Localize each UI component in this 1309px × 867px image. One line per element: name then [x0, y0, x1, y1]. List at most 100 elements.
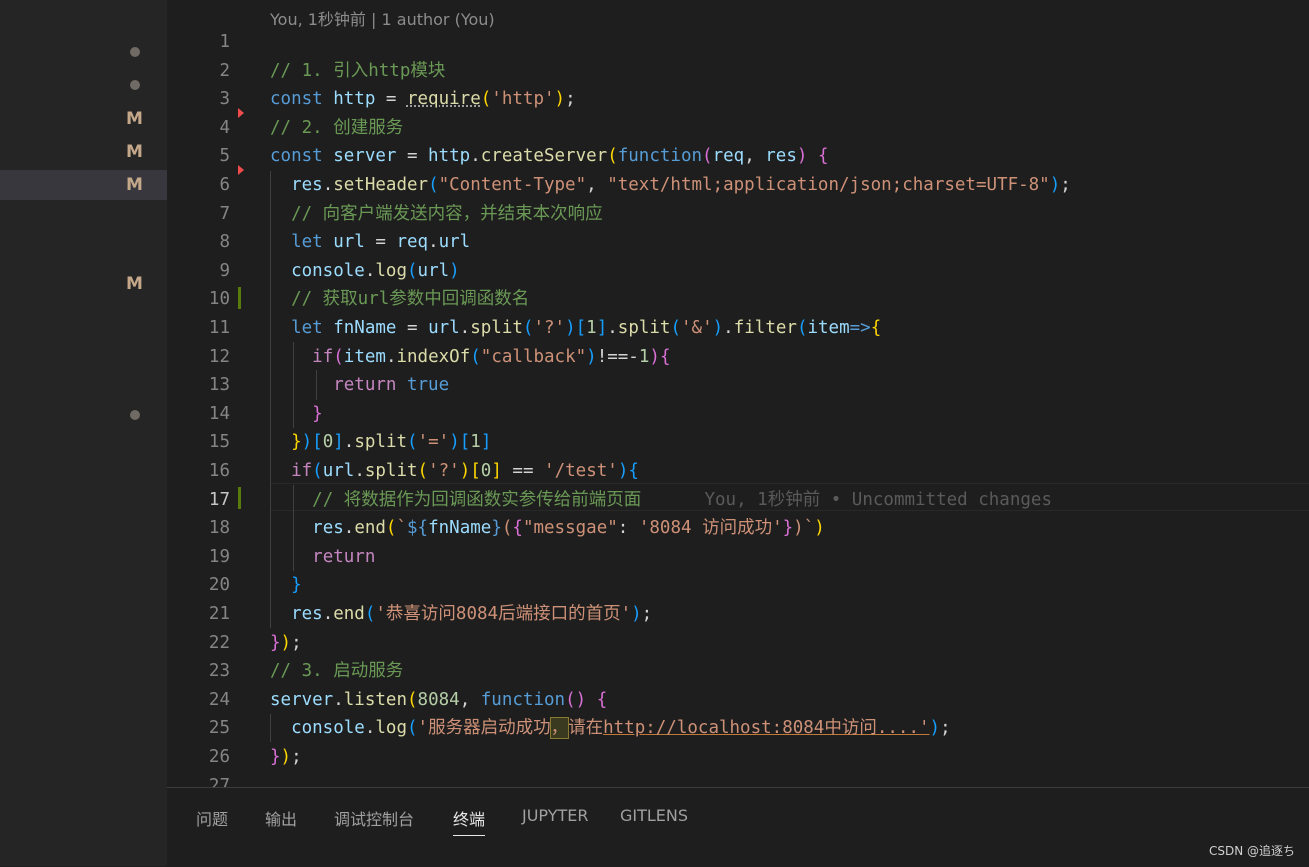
line-number: 23	[208, 661, 230, 682]
line-number: 6	[219, 175, 230, 195]
scm-marker-dot	[0, 37, 167, 67]
code-line[interactable]: console.log('服务器启动成功，请在http://localhost:…	[270, 714, 951, 743]
modified-badge: M	[126, 142, 143, 162]
code-line[interactable]: server.listen(8084, function() {	[270, 686, 607, 715]
code-line[interactable]: // 3. 启动服务	[270, 657, 403, 686]
code-string: '8084 访问成功'	[638, 518, 783, 539]
line-number: 25	[208, 718, 230, 739]
code-comment: // 3. 启动服务	[270, 661, 404, 682]
codelens-author[interactable]: You, 1秒钟前 | 1 author (You)	[270, 6, 495, 30]
line-number-current: 17	[208, 489, 230, 510]
code-line[interactable]: // 获取url参数中回调函数名	[270, 285, 529, 314]
code-line[interactable]: const server = http.createServer(functio…	[270, 142, 829, 171]
code-line-current[interactable]: // 将数据作为回调函数实参传给前端页面 You, 1秒钟前 • Uncommi…	[270, 486, 1052, 515]
explorer-file-item[interactable]: M	[0, 269, 167, 299]
code-string: '&'	[681, 318, 713, 338]
line-number: 12	[208, 346, 230, 367]
code-line[interactable]: if(url.split('?')[0] == '/test'){	[270, 457, 639, 486]
line-number: 19	[208, 546, 230, 567]
added-line-marker[interactable]	[238, 487, 241, 509]
code-line[interactable]: res.end('恭喜访问8084后端接口的首页');	[270, 600, 652, 629]
code-line[interactable]: return	[270, 543, 375, 572]
code-line[interactable]: }	[270, 571, 302, 600]
line-number: 7	[219, 203, 230, 224]
modified-dot-icon	[130, 47, 140, 57]
explorer-file-item-active[interactable]: M	[0, 170, 167, 200]
line-number: 2	[219, 60, 230, 81]
tab-gitlens[interactable]: GITLENS	[620, 806, 688, 825]
line-number: 5	[219, 146, 230, 167]
tab-jupyter[interactable]: JUPYTER	[522, 806, 589, 825]
code-string: '恭喜访问8084后端接口的首页'	[375, 604, 632, 624]
modified-dot-icon	[130, 410, 140, 420]
scm-marker-dot	[0, 400, 167, 430]
code-string: '?'	[533, 318, 566, 338]
watermark: CSDN @追逐ち	[1208, 844, 1295, 858]
code-comment: // 获取url参数中回调函数名	[291, 289, 530, 310]
line-number: 4	[219, 117, 230, 138]
code-comment: // 1. 引入http模块	[270, 60, 446, 81]
line-number: 9	[219, 260, 230, 281]
modified-dot-icon	[130, 80, 140, 90]
scm-marker-dot	[0, 70, 167, 100]
code-line[interactable]: let url = req.url	[270, 228, 470, 257]
line-number: 3	[219, 89, 230, 110]
code-line[interactable]: res.setHeader("Content-Type", "text/html…	[270, 171, 1071, 200]
code-string: 'http'	[491, 89, 555, 110]
modified-badge: M	[126, 175, 143, 195]
deleted-line-marker[interactable]	[238, 108, 244, 118]
line-number: 20	[208, 575, 230, 596]
code-string: '='	[417, 432, 450, 453]
line-number: 21	[208, 604, 230, 624]
code-string: "messgae"	[522, 518, 618, 539]
code-line[interactable]: })[0].split('=')[1]	[270, 428, 491, 457]
code-line[interactable]: let fnName = url.split('?')[1].split('&'…	[270, 314, 881, 343]
tab-terminal[interactable]: 终端	[453, 806, 486, 836]
code-string: '?'	[428, 461, 460, 481]
code-line[interactable]: // 2. 创建服务	[270, 114, 403, 143]
code-string: "text/html;application/json;charset=UTF-…	[607, 175, 1050, 195]
line-number: 8	[219, 232, 230, 253]
code-line[interactable]: res.end(`${fnName}({"messgae": '8084 访问成…	[270, 514, 825, 543]
code-string: '服务器启动成功	[417, 718, 551, 739]
tab-output[interactable]: 输出	[265, 806, 297, 830]
code-string-link[interactable]: http://localhost:8084中访问....'	[603, 718, 929, 738]
code-number: 8084	[417, 689, 460, 710]
code-comment: // 将数据作为回调函数实参传给前端页面	[312, 489, 642, 510]
tab-problems[interactable]: 问题	[196, 806, 228, 830]
line-number: 10	[208, 289, 230, 310]
code-line[interactable]: return true	[270, 371, 449, 400]
explorer-file-item[interactable]: M	[0, 137, 167, 167]
line-number: 1	[219, 32, 230, 52]
modified-badge: M	[126, 109, 143, 129]
line-number: 22	[208, 632, 230, 653]
line-number: 26	[208, 747, 230, 767]
tab-debug-console[interactable]: 调试控制台	[334, 806, 414, 830]
code-line[interactable]: }	[270, 400, 323, 429]
line-number: 13	[208, 375, 230, 396]
code-comment: // 2. 创建服务	[270, 117, 404, 138]
code-string: 请在	[568, 718, 604, 739]
line-number: 27	[208, 775, 230, 787]
code-string: '/test'	[544, 461, 618, 481]
line-number: 18	[208, 518, 230, 539]
inline-blame[interactable]: You, 1秒钟前 • Uncommitted changes	[704, 490, 1052, 510]
code-line[interactable]: // 1. 引入http模块	[270, 57, 445, 86]
code-line[interactable]: const http = require('http');	[270, 85, 576, 114]
line-number: 24	[208, 689, 230, 710]
code-line[interactable]: });	[270, 743, 302, 772]
code-line[interactable]: // 向客户端发送内容，并结束本次响应	[270, 200, 603, 229]
line-number: 14	[208, 403, 230, 424]
explorer-sidebar: M M M M	[0, 0, 167, 866]
deleted-line-marker[interactable]	[238, 165, 244, 175]
code-string: "Content-Type"	[438, 175, 587, 195]
highlighted-char: ，	[549, 717, 570, 740]
code-editor[interactable]: You, 1秒钟前 | 1 author (You) 1 2 3 4 5 6 7…	[167, 0, 1309, 787]
code-line[interactable]: });	[270, 629, 302, 658]
added-line-marker[interactable]	[238, 287, 241, 309]
code-comment: // 向客户端发送内容，并结束本次响应	[291, 203, 603, 224]
code-line[interactable]: console.log(url)	[270, 257, 460, 286]
code-line[interactable]: if(item.indexOf("callback")!==-1){	[270, 343, 670, 372]
modified-badge: M	[126, 274, 143, 294]
explorer-file-item[interactable]: M	[0, 104, 167, 134]
